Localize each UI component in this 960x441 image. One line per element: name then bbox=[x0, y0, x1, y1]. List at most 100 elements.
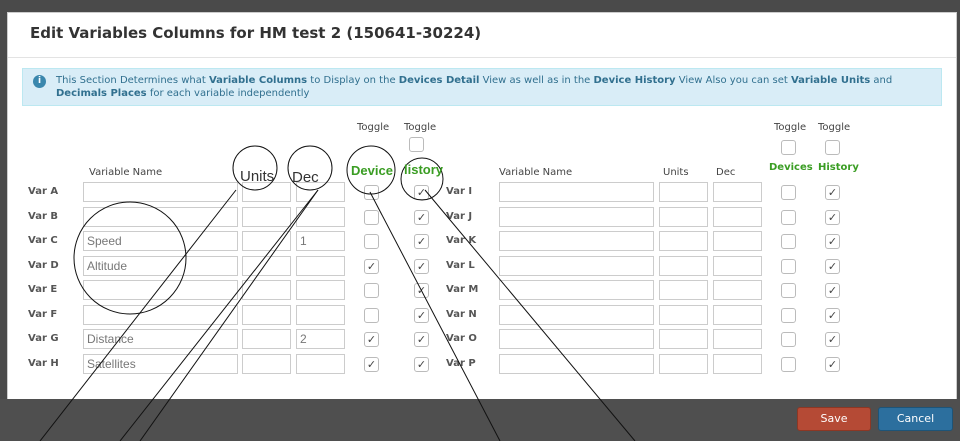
units-input[interactable] bbox=[659, 329, 708, 349]
device-checkbox[interactable]: ✓ bbox=[364, 332, 379, 347]
device-checkbox[interactable] bbox=[781, 210, 796, 225]
info-bold: Variable Columns bbox=[208, 75, 308, 86]
history-checkbox[interactable]: ✓ bbox=[825, 259, 840, 274]
row-label: Var F bbox=[28, 309, 58, 320]
variable-name-input[interactable] bbox=[499, 354, 654, 374]
dec-input[interactable] bbox=[296, 354, 345, 374]
toggle-all-history-checkbox-right[interactable] bbox=[825, 140, 840, 155]
device-checkbox[interactable] bbox=[364, 308, 379, 323]
row-label: Var D bbox=[28, 260, 59, 271]
dec-input[interactable] bbox=[296, 182, 345, 202]
dec-input[interactable] bbox=[713, 280, 762, 300]
variable-name-input[interactable]: Speed bbox=[83, 231, 238, 251]
dec-input[interactable] bbox=[713, 329, 762, 349]
row-label: Var A bbox=[28, 186, 59, 197]
dec-input[interactable] bbox=[296, 280, 345, 300]
units-input[interactable] bbox=[242, 207, 291, 227]
units-input[interactable] bbox=[659, 354, 708, 374]
variable-name-input[interactable] bbox=[83, 182, 238, 202]
variable-name-input[interactable] bbox=[499, 329, 654, 349]
units-input[interactable] bbox=[659, 182, 708, 202]
units-input[interactable] bbox=[242, 231, 291, 251]
info-text: View Also you can set bbox=[675, 75, 791, 86]
history-checkbox[interactable]: ✓ bbox=[825, 234, 840, 249]
variable-name-input[interactable] bbox=[83, 207, 238, 227]
variable-name-input[interactable]: Satellites bbox=[83, 354, 238, 374]
variable-name-input[interactable] bbox=[499, 231, 654, 251]
info-text: and bbox=[870, 75, 893, 86]
history-checkbox[interactable]: ✓ bbox=[414, 234, 429, 249]
variable-name-input[interactable]: Distance bbox=[83, 329, 238, 349]
history-checkbox[interactable]: ✓ bbox=[414, 259, 429, 274]
device-checkbox[interactable] bbox=[364, 283, 379, 298]
device-checkbox[interactable] bbox=[781, 332, 796, 347]
units-input[interactable] bbox=[242, 305, 291, 325]
device-checkbox[interactable]: ✓ bbox=[364, 259, 379, 274]
units-header-right: Units bbox=[663, 167, 689, 178]
history-checkbox[interactable]: ✓ bbox=[414, 308, 429, 323]
units-input[interactable] bbox=[242, 329, 291, 349]
info-text: This Section Determines what bbox=[56, 75, 209, 86]
history-checkbox[interactable]: ✓ bbox=[414, 283, 429, 298]
toggle-devices-label-right: Toggle bbox=[774, 122, 807, 133]
dec-input[interactable] bbox=[296, 305, 345, 325]
variable-name-input[interactable] bbox=[499, 280, 654, 300]
variable-name-input[interactable] bbox=[499, 182, 654, 202]
info-bold: Device History bbox=[593, 75, 676, 86]
device-checkbox[interactable] bbox=[364, 210, 379, 225]
variable-name-input[interactable] bbox=[499, 256, 654, 276]
device-checkbox[interactable] bbox=[781, 308, 796, 323]
row-label: Var I bbox=[446, 186, 473, 197]
units-input[interactable] bbox=[659, 231, 708, 251]
device-checkbox[interactable] bbox=[781, 259, 796, 274]
history-header-right: History bbox=[818, 162, 859, 173]
units-input[interactable] bbox=[242, 280, 291, 300]
dec-input[interactable] bbox=[713, 231, 762, 251]
device-checkbox[interactable]: ✓ bbox=[364, 357, 379, 372]
dec-input[interactable]: 1 bbox=[296, 231, 345, 251]
units-input[interactable] bbox=[242, 256, 291, 276]
dec-input[interactable] bbox=[713, 207, 762, 227]
row-label: Var E bbox=[28, 284, 58, 295]
history-checkbox[interactable]: ✓ bbox=[414, 332, 429, 347]
history-checkbox[interactable]: ✓ bbox=[825, 185, 840, 200]
variable-name-input[interactable]: Altitude bbox=[83, 256, 238, 276]
variable-name-input[interactable] bbox=[83, 280, 238, 300]
info-bold: Devices Detail bbox=[398, 75, 480, 86]
dec-input[interactable] bbox=[296, 207, 345, 227]
units-input[interactable] bbox=[242, 354, 291, 374]
history-checkbox[interactable]: ✓ bbox=[825, 210, 840, 225]
history-checkbox[interactable]: ✓ bbox=[825, 308, 840, 323]
save-button[interactable]: Save bbox=[797, 407, 871, 431]
variable-name-input[interactable] bbox=[83, 305, 238, 325]
history-checkbox[interactable]: ✓ bbox=[414, 210, 429, 225]
info-text: for each variable independently bbox=[146, 88, 310, 99]
device-checkbox[interactable] bbox=[364, 185, 379, 200]
history-checkbox[interactable]: ✓ bbox=[825, 332, 840, 347]
cancel-button[interactable]: Cancel bbox=[878, 407, 953, 431]
dec-input[interactable] bbox=[713, 354, 762, 374]
variable-name-input[interactable] bbox=[499, 207, 654, 227]
toggle-all-history-checkbox[interactable] bbox=[409, 137, 424, 152]
device-checkbox[interactable] bbox=[781, 357, 796, 372]
dec-input[interactable] bbox=[713, 305, 762, 325]
history-checkbox[interactable]: ✓ bbox=[825, 357, 840, 372]
dec-input[interactable] bbox=[713, 182, 762, 202]
units-input[interactable] bbox=[659, 207, 708, 227]
dec-input[interactable] bbox=[713, 256, 762, 276]
dec-input[interactable] bbox=[296, 256, 345, 276]
dec-input[interactable]: 2 bbox=[296, 329, 345, 349]
device-checkbox[interactable] bbox=[781, 283, 796, 298]
toggle-all-devices-checkbox-right[interactable] bbox=[781, 140, 796, 155]
history-checkbox[interactable]: ✓ bbox=[414, 357, 429, 372]
history-checkbox[interactable]: ✓ bbox=[414, 185, 429, 200]
units-input[interactable] bbox=[242, 182, 291, 202]
device-checkbox[interactable] bbox=[781, 185, 796, 200]
variable-name-input[interactable] bbox=[499, 305, 654, 325]
units-input[interactable] bbox=[659, 256, 708, 276]
device-checkbox[interactable] bbox=[364, 234, 379, 249]
units-input[interactable] bbox=[659, 305, 708, 325]
device-checkbox[interactable] bbox=[781, 234, 796, 249]
history-checkbox[interactable]: ✓ bbox=[825, 283, 840, 298]
units-input[interactable] bbox=[659, 280, 708, 300]
